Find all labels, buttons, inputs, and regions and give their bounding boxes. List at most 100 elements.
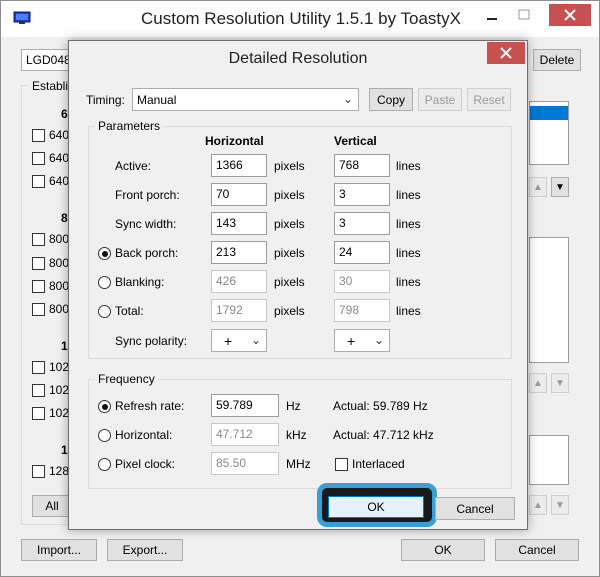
active-v-input[interactable]: 768 xyxy=(334,154,390,177)
standard-list[interactable] xyxy=(529,237,569,363)
res-checkbox[interactable] xyxy=(32,303,45,316)
refresh-rate-input[interactable]: 59.789 xyxy=(211,394,279,417)
res-checkbox[interactable] xyxy=(32,361,45,374)
pixel-clock-unit: MHz xyxy=(286,457,311,471)
detailed-resolution-dialog: Detailed Resolution Timing: Manual ⌄ Cop… xyxy=(68,40,528,530)
selected-list-item[interactable] xyxy=(530,106,568,120)
dialog-close-icon[interactable] xyxy=(487,42,525,64)
horizontal-freq-unit: kHz xyxy=(286,428,307,442)
refresh-rate-actual: Actual: 59.789 Hz xyxy=(333,399,428,413)
back-porch-radio[interactable] xyxy=(98,247,111,260)
reset-button[interactable]: Reset xyxy=(467,88,511,111)
timing-select-value: Manual xyxy=(137,92,177,107)
monitor-icon xyxy=(13,11,31,25)
res-label: 800 xyxy=(49,232,70,246)
res-checkbox[interactable] xyxy=(32,175,45,188)
res-checkbox[interactable] xyxy=(32,129,45,142)
horizontal-freq-input[interactable]: 47.712 xyxy=(211,423,279,446)
pixels-unit: pixels xyxy=(274,275,305,289)
move-up-button[interactable]: ▲ xyxy=(529,177,547,197)
dialog-cancel-button[interactable]: Cancel xyxy=(435,497,515,520)
blanking-h-input[interactable]: 426 xyxy=(211,270,267,293)
export-button[interactable]: Export... xyxy=(107,539,183,561)
res-label: 640 xyxy=(49,128,70,142)
move-up-button-3[interactable]: ▲ xyxy=(529,495,547,515)
total-h-input[interactable]: 1792 xyxy=(211,299,267,322)
pixel-clock-radio[interactable] xyxy=(98,458,111,471)
blanking-v-input[interactable]: 30 xyxy=(334,270,390,293)
move-down-button-3[interactable]: ▼ xyxy=(551,495,569,515)
blanking-radio[interactable] xyxy=(98,276,111,289)
total-radio[interactable] xyxy=(98,305,111,318)
param-label: Total: xyxy=(115,304,144,318)
lines-unit: lines xyxy=(396,159,421,173)
res-label: 800 xyxy=(49,302,70,316)
pixels-unit: pixels xyxy=(274,188,305,202)
chevron-down-icon: ⌄ xyxy=(250,333,261,347)
back-porch-h-input[interactable]: 213 xyxy=(211,241,267,264)
refresh-rate-radio[interactable] xyxy=(98,400,111,413)
res-checkbox[interactable] xyxy=(32,384,45,397)
maximize-icon[interactable] xyxy=(511,5,537,27)
copy-button[interactable]: Copy xyxy=(369,88,413,111)
dialog-title: Detailed Resolution xyxy=(228,50,368,67)
interlaced-label: Interlaced xyxy=(352,457,405,471)
move-down-button-2[interactable]: ▼ xyxy=(551,373,569,393)
sync-width-v-input[interactable]: 3 xyxy=(334,212,390,235)
horizontal-freq-label: Horizontal: xyxy=(115,428,173,442)
arrow-up-icon: ▲ xyxy=(533,377,543,389)
frequency-group-title: Frequency xyxy=(95,372,158,386)
res-checkbox[interactable] xyxy=(32,233,45,246)
sync-polarity-h-value: + xyxy=(224,332,233,349)
res-checkbox[interactable] xyxy=(32,407,45,420)
horizontal-freq-radio[interactable] xyxy=(98,429,111,442)
sync-width-h-input[interactable]: 143 xyxy=(211,212,267,235)
res-checkbox[interactable] xyxy=(32,465,45,478)
res-label: 102 xyxy=(49,360,70,374)
main-cancel-button[interactable]: Cancel xyxy=(495,539,579,561)
res-checkbox[interactable] xyxy=(32,257,45,270)
total-v-input[interactable]: 798 xyxy=(334,299,390,322)
vertical-header: Vertical xyxy=(334,134,377,148)
move-up-button-2[interactable]: ▲ xyxy=(529,373,547,393)
param-label: Front porch: xyxy=(115,188,180,202)
import-button[interactable]: Import... xyxy=(21,539,97,561)
front-porch-v-input[interactable]: 3 xyxy=(334,183,390,206)
sync-polarity-h-select[interactable]: + ⌄ xyxy=(211,329,267,352)
close-icon[interactable] xyxy=(549,4,591,26)
dialog-ok-button[interactable]: OK xyxy=(328,496,424,518)
dialog-title-bar: Detailed Resolution xyxy=(69,41,527,75)
paste-button[interactable]: Paste xyxy=(418,88,462,111)
pixel-clock-input[interactable]: 85.50 xyxy=(211,452,279,475)
delete-button[interactable]: Delete xyxy=(533,49,581,71)
move-down-button[interactable]: ▼ xyxy=(551,177,569,197)
minimize-icon[interactable] xyxy=(479,5,505,27)
pixels-unit: pixels xyxy=(274,246,305,260)
pixel-clock-label: Pixel clock: xyxy=(115,457,176,471)
sync-polarity-label: Sync polarity: xyxy=(115,334,188,348)
res-label: 102 xyxy=(49,383,70,397)
res-label: 800 xyxy=(49,256,70,270)
active-h-input[interactable]: 1366 xyxy=(211,154,267,177)
res-checkbox[interactable] xyxy=(32,280,45,293)
interlaced-checkbox[interactable] xyxy=(335,458,348,471)
back-porch-v-input[interactable]: 24 xyxy=(334,241,390,264)
all-button[interactable]: All xyxy=(32,495,72,517)
pixels-unit: pixels xyxy=(274,304,305,318)
res-checkbox[interactable] xyxy=(32,152,45,165)
main-ok-button[interactable]: OK xyxy=(401,539,485,561)
lines-unit: lines xyxy=(396,304,421,318)
lines-unit: lines xyxy=(396,275,421,289)
lines-unit: lines xyxy=(396,188,421,202)
param-label: Sync width: xyxy=(115,217,177,231)
detailed-list[interactable] xyxy=(529,101,569,165)
front-porch-h-input[interactable]: 70 xyxy=(211,183,267,206)
sync-polarity-v-value: + xyxy=(347,332,356,349)
parameters-group-title: Parameters xyxy=(95,119,164,133)
arrow-down-icon: ▼ xyxy=(555,181,565,193)
sync-polarity-v-select[interactable]: + ⌄ xyxy=(334,329,390,352)
timing-select[interactable]: Manual ⌄ xyxy=(132,88,359,111)
extension-list[interactable] xyxy=(529,435,569,485)
refresh-rate-label: Refresh rate: xyxy=(115,399,185,413)
res-label: 800 xyxy=(49,279,70,293)
